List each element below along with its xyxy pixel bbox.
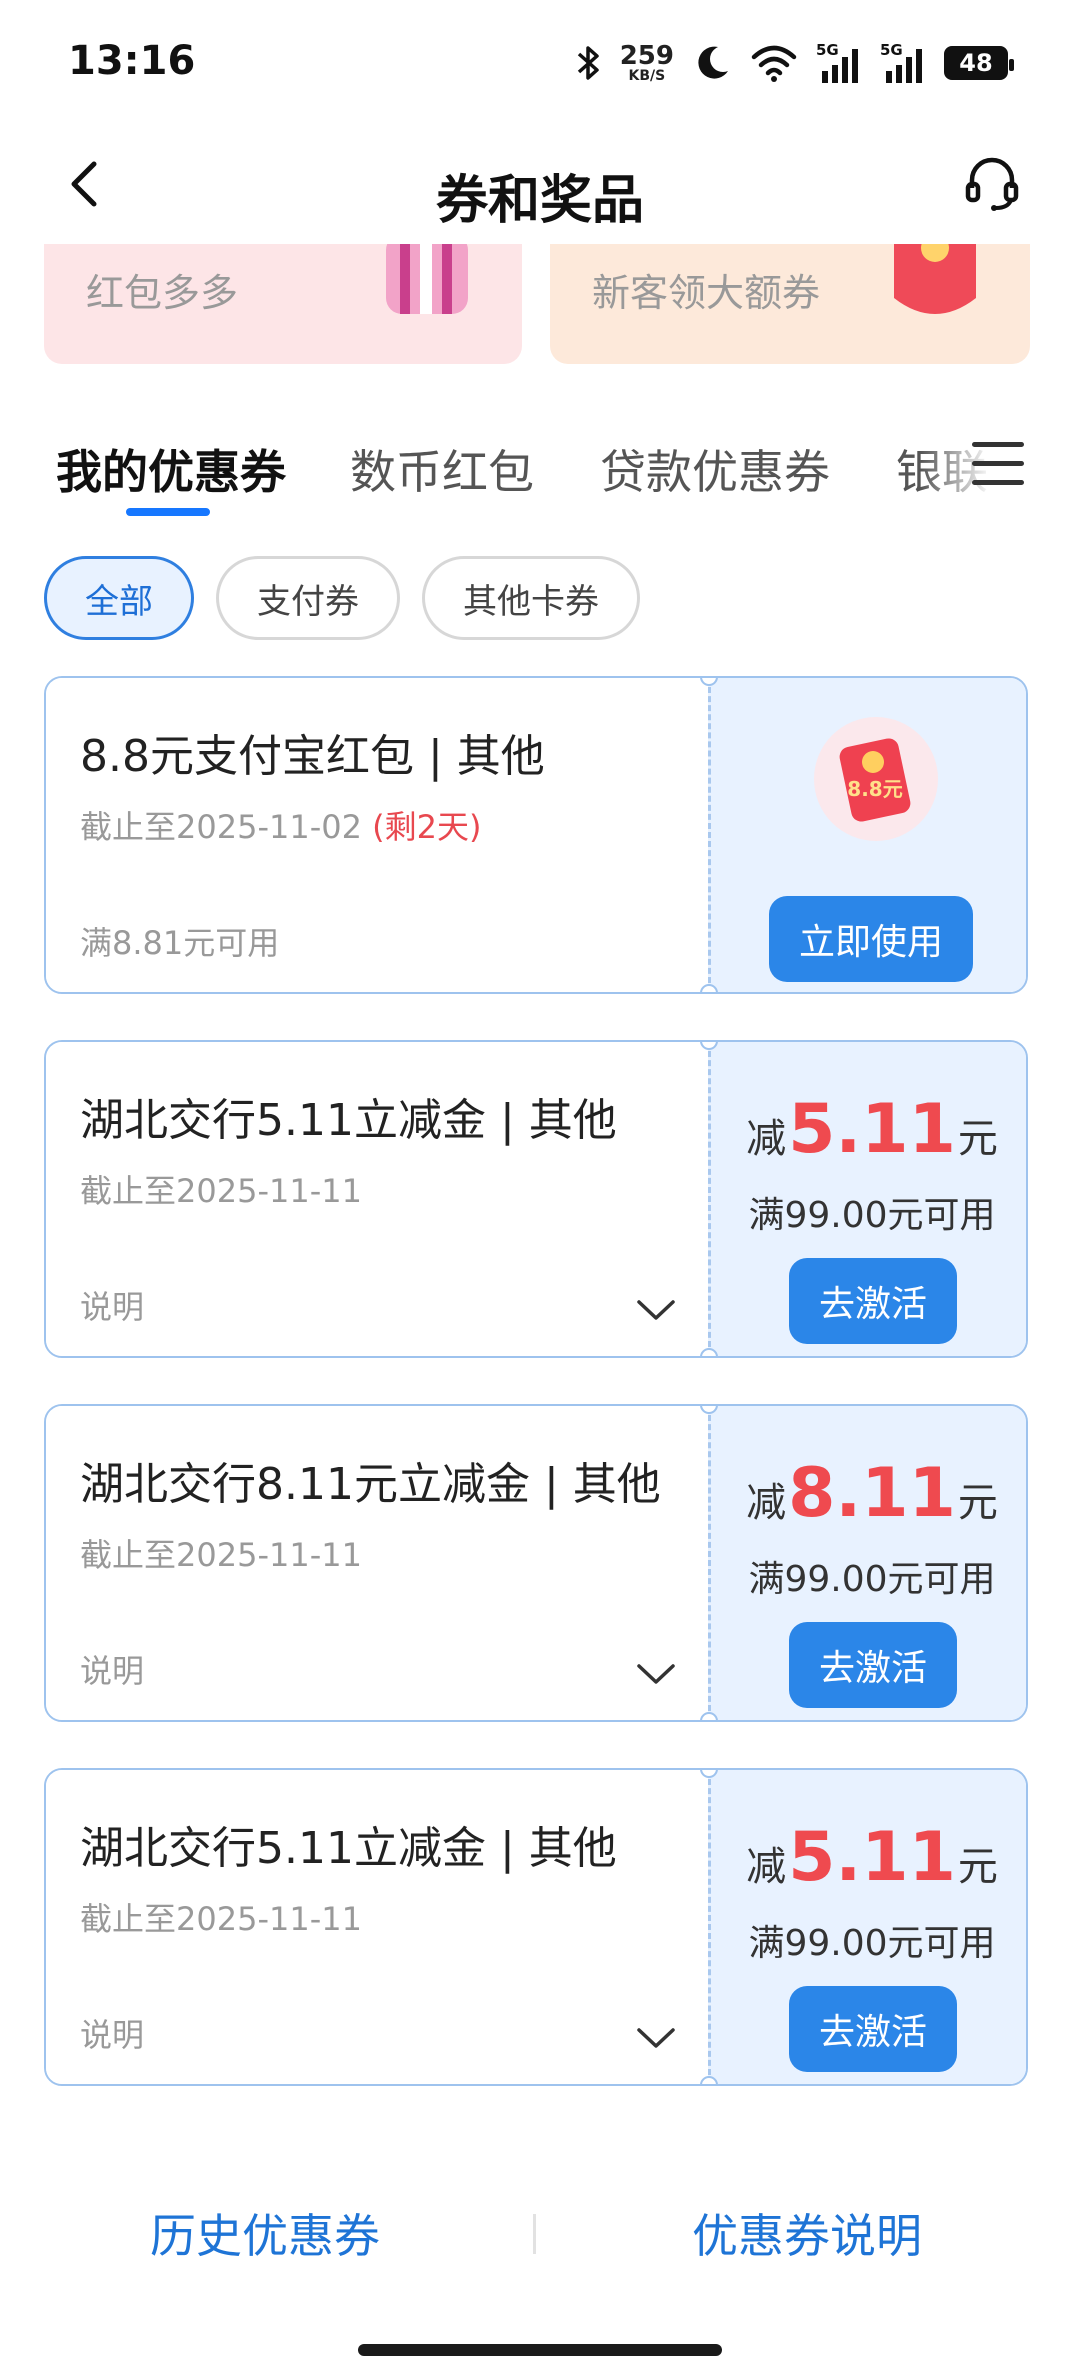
chevron-down-icon[interactable]	[636, 2026, 676, 2050]
tab-loan-coupons[interactable]: 贷款优惠券	[600, 436, 830, 502]
menu-icon	[972, 442, 1024, 485]
coupon-info: 湖北交行5.11立减金 | 其他 截止至2025-11-11 说明	[46, 1042, 708, 1356]
coupon-info: 湖北交行5.11立减金 | 其他 截止至2025-11-11 说明	[46, 1770, 708, 2084]
history-coupons-link[interactable]: 历史优惠券	[150, 2200, 380, 2266]
discount-amount: 5.11	[788, 1090, 956, 1169]
network-speed-value: 259	[619, 41, 674, 71]
wifi-icon	[750, 43, 798, 83]
coupon-tabs: 我的优惠券 数币红包 贷款优惠券 银联	[0, 420, 1080, 530]
coupon-card[interactable]: 湖北交行8.11元立减金 | 其他 截止至2025-11-11 说明 减8.11…	[44, 1404, 1028, 1722]
discount-prefix: 减	[746, 1844, 787, 1890]
coupon-card[interactable]: 8.8元支付宝红包 | 其他 截止至2025-11-02 (剩2天) 满8.81…	[44, 676, 1028, 994]
coupon-description-toggle[interactable]: 说明	[80, 2010, 144, 2056]
coupon-action-area: 减5.11元 满99.00元可用 去激活	[708, 1770, 1026, 2084]
tab-menu-button[interactable]	[972, 442, 1024, 494]
chevron-down-icon[interactable]	[636, 1298, 676, 1322]
filter-other-cards[interactable]: 其他卡券	[422, 556, 640, 640]
chevron-down-icon[interactable]	[636, 1662, 676, 1686]
coupon-action-area: 8.8元 立即使用	[708, 678, 1026, 992]
coupon-discount: 减5.11元	[711, 1818, 1026, 1897]
network-speed: 259 KB/S	[620, 43, 674, 83]
moon-icon	[692, 43, 732, 83]
coupon-explanation-link[interactable]: 优惠券说明	[692, 2200, 922, 2266]
network-speed-unit: KB/S	[628, 68, 666, 84]
tab-my-coupons[interactable]: 我的优惠券	[56, 436, 286, 502]
coupon-title: 湖北交行8.11元立减金 | 其他	[80, 1459, 661, 1510]
discount-amount: 8.11	[788, 1454, 956, 1533]
battery-icon: 48	[944, 46, 1014, 80]
gift-box-icon	[386, 244, 468, 314]
discount-unit: 元	[957, 1844, 998, 1890]
discount-prefix: 减	[746, 1116, 787, 1162]
coupon-expiry-date: 截止至2025-11-11	[80, 1172, 362, 1210]
coupon-threshold: 满99.00元可用	[748, 1195, 996, 1236]
customer-service-button[interactable]	[960, 152, 1024, 216]
red-envelope-icon	[894, 244, 976, 314]
nav-bar: 券和奖品	[0, 124, 1080, 244]
clock: 13:16	[68, 38, 196, 84]
coupon-title: 8.8元支付宝红包 | 其他	[80, 731, 545, 782]
coupon-expiry-date: 截止至2025-11-02	[80, 808, 362, 846]
activate-button[interactable]: 去激活	[789, 1258, 957, 1344]
svg-text:5G: 5G	[880, 41, 903, 59]
status-bar: 13:16 259 KB/S 5G 5G 48	[0, 0, 1080, 124]
coupon-info: 8.8元支付宝红包 | 其他 截止至2025-11-02 (剩2天) 满8.81…	[46, 678, 708, 992]
footer-links: 历史优惠券 优惠券说明	[0, 2188, 1080, 2278]
coupon-description-toggle[interactable]: 说明	[80, 1282, 144, 1328]
red-packet-image: 8.8元	[814, 717, 938, 841]
coupon-action-area: 减8.11元 满99.00元可用 去激活	[708, 1406, 1026, 1720]
signal-5g-icon: 5G	[816, 41, 862, 85]
page-title: 券和奖品	[435, 171, 644, 231]
promo-label: 新客领大额券	[592, 271, 821, 315]
coupon-title: 湖北交行5.11立减金 | 其他	[80, 1823, 617, 1874]
activate-button[interactable]: 去激活	[789, 1986, 957, 2072]
use-now-button[interactable]: 立即使用	[769, 896, 973, 982]
promo-label: 红包多多	[86, 271, 239, 315]
activate-button[interactable]: 去激活	[789, 1622, 957, 1708]
bluetooth-icon	[576, 43, 602, 83]
discount-prefix: 减	[746, 1480, 787, 1526]
coupon-card[interactable]: 湖北交行5.11立减金 | 其他 截止至2025-11-11 说明 减5.11元…	[44, 1768, 1028, 2086]
footer-divider	[533, 2214, 536, 2254]
coupon-title: 湖北交行5.11立减金 | 其他	[80, 1095, 617, 1146]
active-tab-indicator	[126, 508, 210, 516]
coupon-info: 湖北交行8.11元立减金 | 其他 截止至2025-11-11 说明	[46, 1406, 708, 1720]
promo-new-customer[interactable]: 新客领大额券	[550, 244, 1030, 364]
coupon-expiry-date: 截止至2025-11-11	[80, 1900, 362, 1938]
coupon-discount: 减8.11元	[711, 1454, 1026, 1533]
discount-unit: 元	[957, 1480, 998, 1526]
promo-hongbao[interactable]: 红包多多	[44, 244, 522, 364]
coupon-description-toggle[interactable]: 说明	[80, 1646, 144, 1692]
coupon-card[interactable]: 湖北交行5.11立减金 | 其他 截止至2025-11-11 说明 减5.11元…	[44, 1040, 1028, 1358]
coupon-remaining-days: (剩2天)	[372, 808, 482, 846]
tab-digital-currency-hongbao[interactable]: 数币红包	[350, 436, 534, 502]
discount-unit: 元	[957, 1116, 998, 1162]
status-icons: 259 KB/S 5G 5G 48	[576, 36, 1014, 90]
coupon-expiry-date: 截止至2025-11-11	[80, 1536, 362, 1574]
filter-payment-coupons[interactable]: 支付券	[216, 556, 400, 640]
filter-chips: 全部 支付券 其他卡券	[44, 556, 640, 640]
signal-5g-icon: 5G	[880, 41, 926, 85]
coupon-threshold: 满99.00元可用	[748, 1559, 996, 1600]
filter-all[interactable]: 全部	[44, 556, 194, 640]
discount-amount: 5.11	[788, 1818, 956, 1897]
coupon-threshold: 满99.00元可用	[748, 1923, 996, 1964]
coupon-action-area: 减5.11元 满99.00元可用 去激活	[708, 1042, 1026, 1356]
red-packet-amount: 8.8元	[847, 777, 902, 801]
coupon-expiry: 截止至2025-11-02 (剩2天)	[80, 802, 482, 848]
coupon-discount: 减5.11元	[711, 1090, 1026, 1169]
home-indicator[interactable]	[358, 2344, 722, 2356]
svg-text:5G: 5G	[816, 41, 839, 59]
headset-icon	[965, 157, 1019, 211]
coupon-condition: 满8.81元可用	[80, 924, 280, 962]
